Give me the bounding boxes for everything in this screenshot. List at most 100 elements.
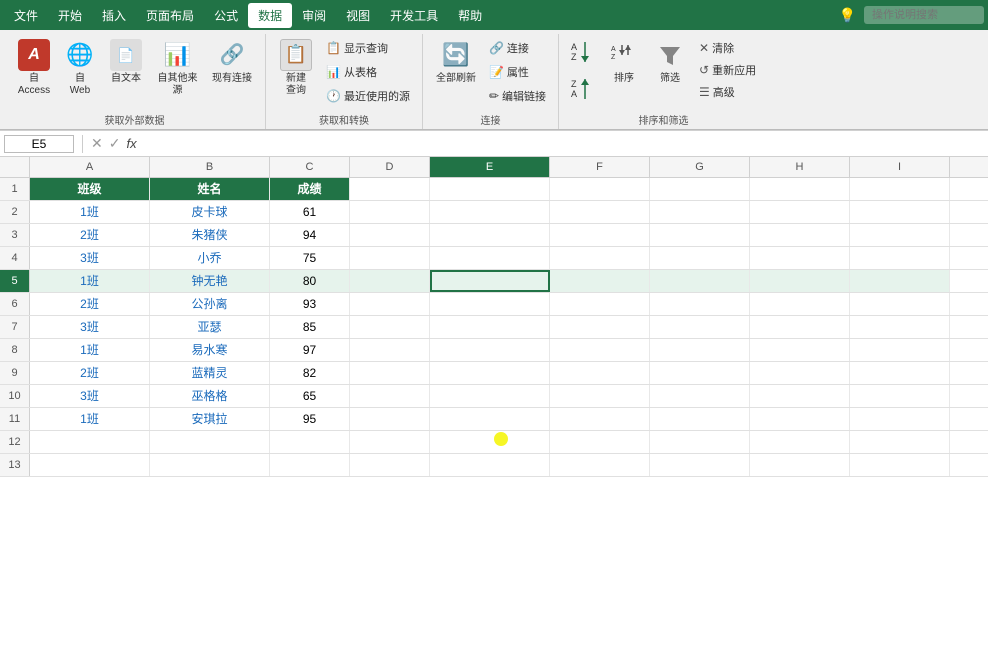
cell-a2[interactable]: 1班 — [30, 201, 150, 223]
cell-a8[interactable]: 1班 — [30, 339, 150, 361]
cell-i4[interactable] — [850, 247, 950, 269]
cell-g13[interactable] — [650, 454, 750, 476]
menu-file[interactable]: 文件 — [4, 3, 48, 28]
cell-i6[interactable] — [850, 293, 950, 315]
cell-c6[interactable]: 93 — [270, 293, 350, 315]
cell-d2[interactable] — [350, 201, 430, 223]
cell-e8[interactable] — [430, 339, 550, 361]
cell-c10[interactable]: 65 — [270, 385, 350, 407]
name-box[interactable] — [4, 135, 74, 153]
cell-f8[interactable] — [550, 339, 650, 361]
cell-h1[interactable] — [750, 178, 850, 200]
cell-f7[interactable] — [550, 316, 650, 338]
cell-e9[interactable] — [430, 362, 550, 384]
cell-d7[interactable] — [350, 316, 430, 338]
cell-a1[interactable]: 班级 — [30, 178, 150, 200]
cell-c5[interactable]: 80 — [270, 270, 350, 292]
cancel-formula-icon[interactable]: ✕ — [91, 135, 103, 152]
cell-c2[interactable]: 61 — [270, 201, 350, 223]
new-query-button[interactable]: 📋 新建查询 — [274, 36, 318, 100]
menu-home[interactable]: 开始 — [48, 3, 92, 28]
clear-button[interactable]: ✕ 清除 — [695, 38, 760, 58]
cell-d4[interactable] — [350, 247, 430, 269]
cell-c8[interactable]: 97 — [270, 339, 350, 361]
cell-b8[interactable]: 易水寒 — [150, 339, 270, 361]
cell-e10[interactable] — [430, 385, 550, 407]
row-number-9[interactable]: 9 — [0, 362, 30, 384]
cell-e3[interactable] — [430, 224, 550, 246]
access-button[interactable]: A 自Access — [12, 36, 56, 100]
cell-h8[interactable] — [750, 339, 850, 361]
cell-d9[interactable] — [350, 362, 430, 384]
col-header-e[interactable]: E — [430, 157, 550, 177]
cell-b7[interactable]: 亚瑟 — [150, 316, 270, 338]
col-header-d[interactable]: D — [350, 157, 430, 177]
cell-h5[interactable] — [750, 270, 850, 292]
cell-i8[interactable] — [850, 339, 950, 361]
cell-a12[interactable] — [30, 431, 150, 453]
cell-e2[interactable] — [430, 201, 550, 223]
row-number-13[interactable]: 13 — [0, 454, 30, 476]
row-number-1[interactable]: 1 — [0, 178, 30, 200]
cell-i1[interactable] — [850, 178, 950, 200]
confirm-formula-icon[interactable]: ✓ — [109, 135, 121, 152]
cell-b11[interactable]: 安琪拉 — [150, 408, 270, 430]
refresh-all-button[interactable]: 🔄 全部刷新 — [431, 36, 481, 88]
sort-button[interactable]: A Z 排序 — [603, 36, 645, 88]
cell-c1[interactable]: 成绩 — [270, 178, 350, 200]
cell-f11[interactable] — [550, 408, 650, 430]
cell-g1[interactable] — [650, 178, 750, 200]
cell-g8[interactable] — [650, 339, 750, 361]
show-query-button[interactable]: 📋 显示查询 — [322, 38, 414, 58]
cell-i2[interactable] — [850, 201, 950, 223]
cell-c7[interactable]: 85 — [270, 316, 350, 338]
cell-i9[interactable] — [850, 362, 950, 384]
connections-button[interactable]: 🔗 连接 — [485, 38, 550, 58]
cell-h11[interactable] — [750, 408, 850, 430]
sort-za-button[interactable]: Z A — [567, 73, 599, 108]
cell-h3[interactable] — [750, 224, 850, 246]
cell-b1[interactable]: 姓名 — [150, 178, 270, 200]
cell-d8[interactable] — [350, 339, 430, 361]
cell-i5[interactable] — [850, 270, 950, 292]
col-header-f[interactable]: F — [550, 157, 650, 177]
menu-insert[interactable]: 插入 — [92, 3, 136, 28]
cell-f3[interactable] — [550, 224, 650, 246]
row-number-12[interactable]: 12 — [0, 431, 30, 453]
row-number-6[interactable]: 6 — [0, 293, 30, 315]
cell-b5[interactable]: 钟无艳 — [150, 270, 270, 292]
row-number-10[interactable]: 10 — [0, 385, 30, 407]
col-header-i[interactable]: I — [850, 157, 950, 177]
cell-g7[interactable] — [650, 316, 750, 338]
cell-a5[interactable]: 1班 — [30, 270, 150, 292]
cell-b2[interactable]: 皮卡球 — [150, 201, 270, 223]
cell-c9[interactable]: 82 — [270, 362, 350, 384]
menu-view[interactable]: 视图 — [336, 3, 380, 28]
cell-g5[interactable] — [650, 270, 750, 292]
cell-c13[interactable] — [270, 454, 350, 476]
cell-b6[interactable]: 公孙离 — [150, 293, 270, 315]
advanced-filter-button[interactable]: ☰ 高级 — [695, 82, 760, 102]
cell-g12[interactable] — [650, 431, 750, 453]
cell-g4[interactable] — [650, 247, 750, 269]
cell-e7[interactable] — [430, 316, 550, 338]
cell-i10[interactable] — [850, 385, 950, 407]
cell-a6[interactable]: 2班 — [30, 293, 150, 315]
cell-g3[interactable] — [650, 224, 750, 246]
cell-a9[interactable]: 2班 — [30, 362, 150, 384]
cell-f4[interactable] — [550, 247, 650, 269]
from-table-button[interactable]: 📊 从表格 — [322, 62, 414, 82]
cell-b12[interactable] — [150, 431, 270, 453]
filter-button[interactable]: 筛选 — [649, 36, 691, 88]
row-number-3[interactable]: 3 — [0, 224, 30, 246]
cell-b10[interactable]: 巫格格 — [150, 385, 270, 407]
properties-button[interactable]: 📝 属性 — [485, 62, 550, 82]
cell-f1[interactable] — [550, 178, 650, 200]
menu-formula[interactable]: 公式 — [204, 3, 248, 28]
cell-g10[interactable] — [650, 385, 750, 407]
formula-input[interactable] — [141, 137, 984, 151]
col-header-c[interactable]: C — [270, 157, 350, 177]
cell-a11[interactable]: 1班 — [30, 408, 150, 430]
reapply-button[interactable]: ↺ 重新应用 — [695, 60, 760, 80]
cell-d6[interactable] — [350, 293, 430, 315]
